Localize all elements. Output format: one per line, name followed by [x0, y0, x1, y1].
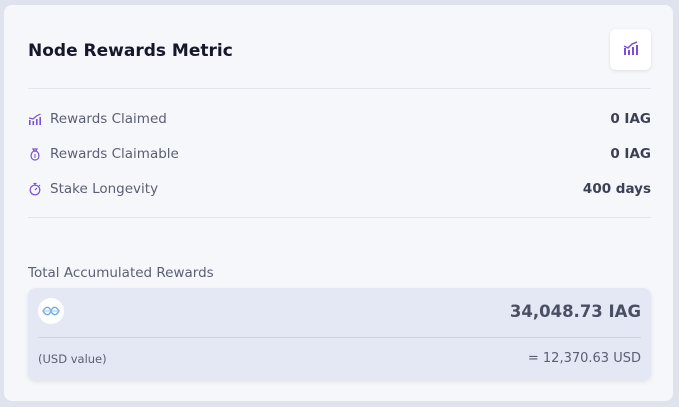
- usd-value-label: (USD value): [38, 352, 107, 366]
- node-rewards-card: Node Rewards Metric Rewards Claimed 0 IA…: [4, 5, 673, 401]
- metric-label: Rewards Claimed: [50, 111, 167, 127]
- metric-row-rewards-claimed: Rewards Claimed 0 IAG: [28, 109, 651, 129]
- metric-label: Stake Longevity: [50, 181, 159, 197]
- metric-row-stake-longevity: Stake Longevity 400 days: [28, 179, 651, 199]
- total-accumulated-label: Total Accumulated Rewards: [28, 265, 214, 281]
- accumulated-amount: 34,048.73 IAG: [509, 302, 641, 321]
- bar-chart-icon: [622, 39, 640, 61]
- divider: [28, 88, 651, 89]
- card-title: Node Rewards Metric: [28, 41, 233, 61]
- accumulated-rewards-box: 34,048.73 IAG (USD value) = 12,370.63 US…: [28, 288, 651, 380]
- metric-value: 400 days: [582, 181, 651, 197]
- divider: [28, 217, 651, 218]
- stopwatch-icon: [28, 182, 42, 196]
- metric-label: Rewards Claimable: [50, 146, 179, 162]
- bar-chart-icon: [28, 112, 42, 126]
- money-bag-icon: [28, 147, 42, 161]
- chart-button[interactable]: [610, 29, 651, 70]
- metric-row-rewards-claimable: Rewards Claimable 0 IAG: [28, 144, 651, 164]
- metric-value: 0 IAG: [610, 111, 651, 127]
- divider: [38, 337, 641, 338]
- metric-value: 0 IAG: [610, 146, 651, 162]
- token-logo-icon: [38, 298, 64, 324]
- usd-value: = 12,370.63 USD: [527, 351, 641, 366]
